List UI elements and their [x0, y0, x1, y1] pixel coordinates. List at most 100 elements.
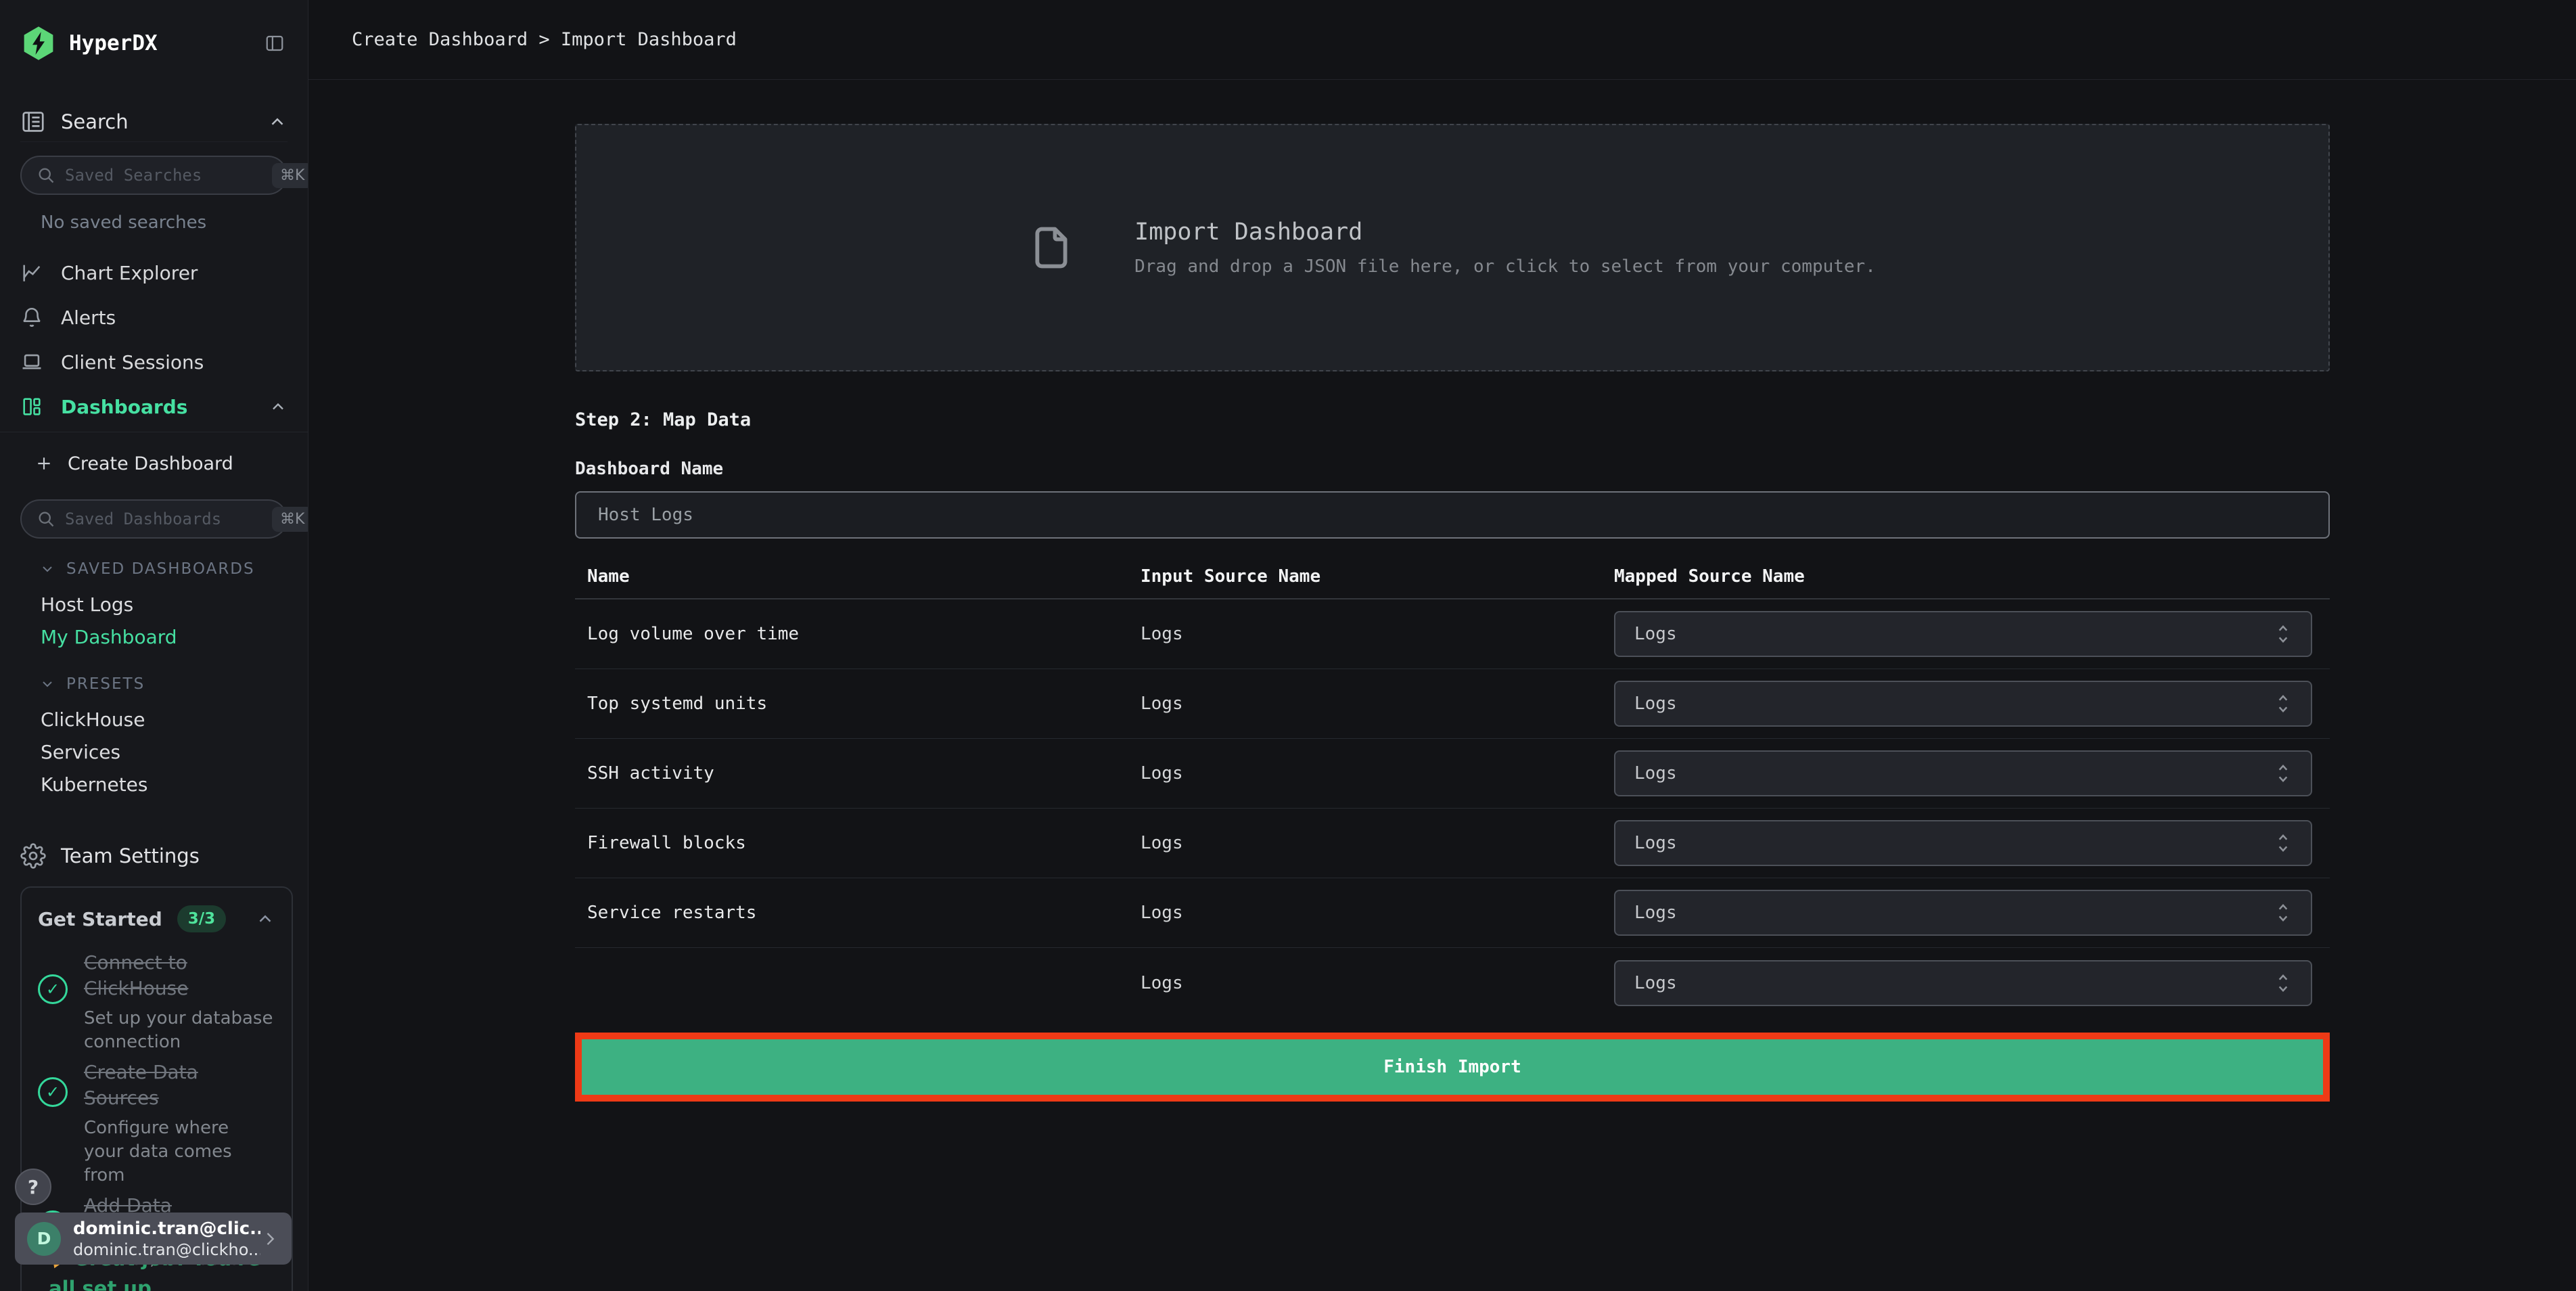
collapse-sidebar-icon[interactable] [263, 32, 288, 54]
mapped-source-select[interactable]: Logs [1614, 681, 2312, 727]
selected-value: Logs [1634, 763, 1677, 784]
column-header-input-source: Input Source Name [1141, 566, 1321, 587]
row-input-source: Logs [1141, 763, 1183, 784]
step-subtitle: Set up your database connection [84, 1008, 273, 1052]
mapped-source-select[interactable]: Logs [1614, 820, 2312, 866]
get-started-step-connect[interactable]: ✓ Connect to ClickHouse Set up your data… [38, 950, 275, 1054]
create-dashboard-button[interactable]: Create Dashboard [0, 441, 308, 486]
sidebar-item-services[interactable]: Services [41, 736, 308, 769]
chevron-up-icon [267, 112, 288, 132]
create-dashboard-label: Create Dashboard [68, 453, 233, 474]
logo-row: HyperDX [20, 23, 288, 64]
chevron-down-icon [39, 676, 55, 692]
dropzone-title: Import Dashboard [1134, 219, 1363, 246]
team-settings-label: Team Settings [61, 844, 200, 867]
row-name: SSH activity [587, 763, 714, 784]
dashboard-grid-icon [20, 395, 43, 418]
dashboard-name-label: Dashboard Name [575, 459, 724, 479]
mapped-source-select[interactable]: Logs [1614, 959, 2312, 1006]
step-subtitle: Configure where your data comes from [84, 1118, 232, 1185]
content-area: Import Dashboard Drag and drop a JSON fi… [308, 80, 2576, 1291]
search-icon [37, 166, 55, 185]
select-chevrons-icon [2274, 762, 2292, 785]
sidebar-item-my-dashboard[interactable]: My Dashboard [41, 621, 308, 654]
chevron-up-icon[interactable] [255, 909, 275, 929]
mapped-source-select[interactable]: Logs [1614, 890, 2312, 936]
chevron-down-icon [39, 561, 55, 577]
help-button[interactable]: ? [15, 1169, 51, 1205]
selected-value: Logs [1634, 833, 1677, 853]
step-heading: Step 2: Map Data [575, 409, 752, 430]
plus-icon [35, 455, 53, 472]
sidebar-item-host-logs[interactable]: Host Logs [41, 589, 308, 621]
selected-value: Logs [1634, 624, 1677, 644]
sidebar-item-dashboards[interactable]: Dashboards [0, 384, 308, 429]
column-header-name: Name [587, 566, 630, 587]
mapped-source-select[interactable]: Logs [1614, 611, 2312, 657]
sidebar-item-label: Search [61, 110, 129, 133]
saved-searches-input[interactable] [65, 166, 272, 185]
annotation-highlight-box: Finish Import [575, 1033, 2330, 1102]
breadcrumb[interactable]: Create Dashboard > Import Dashboard [352, 29, 737, 50]
column-header-mapped-source: Mapped Source Name [1614, 566, 1805, 587]
bell-icon [20, 306, 43, 329]
main-area: Create Dashboard > Import Dashboard Impo… [308, 0, 2576, 1291]
sidebar: HyperDX Search ⌘K No saved searches [0, 0, 308, 1291]
reader-icon [20, 109, 46, 135]
get-started-header[interactable]: Get Started 3/3 [38, 905, 275, 932]
dashboard-name-input[interactable] [575, 491, 2330, 539]
avatar: D [27, 1221, 61, 1256]
shortcut-badge: ⌘K [272, 506, 308, 532]
sidebar-item-client-sessions[interactable]: Client Sessions [0, 340, 308, 384]
sidebar-item-kubernetes[interactable]: Kubernetes [41, 769, 308, 801]
presets-section-header[interactable]: PRESETS [39, 674, 308, 694]
app-window: HyperDX Search ⌘K No saved searches [0, 0, 2576, 1291]
sidebar-item-chart-explorer[interactable]: Chart Explorer [0, 250, 308, 295]
saved-dashboards-input[interactable] [65, 509, 272, 528]
row-input-source: Logs [1141, 903, 1183, 923]
line-chart-icon [20, 261, 43, 284]
section-header-label: PRESETS [66, 675, 145, 693]
row-input-source: Logs [1141, 694, 1183, 714]
table-header: Name Input Source Name Mapped Source Nam… [575, 555, 2330, 599]
table-row: SSH activity Logs Logs [575, 739, 2330, 809]
section-header-label: SAVED DASHBOARDS [66, 560, 255, 578]
nav-label: Dashboards [61, 395, 188, 418]
sidebar-item-clickhouse[interactable]: ClickHouse [41, 704, 308, 736]
table-row: Top systemd units Logs Logs [575, 669, 2330, 739]
sidebar-item-search[interactable]: Search [20, 106, 288, 142]
selected-value: Logs [1634, 903, 1677, 923]
primary-nav: Chart Explorer Alerts Client Sessions Da… [0, 250, 308, 429]
import-dropzone[interactable]: Import Dashboard Drag and drop a JSON fi… [575, 124, 2330, 371]
get-started-title: Get Started [38, 907, 162, 930]
presets-list: ClickHouse Services Kubernetes [0, 704, 308, 801]
hyperdx-logo-icon [20, 25, 57, 62]
check-circle-icon: ✓ [38, 974, 68, 1004]
no-saved-searches-note: No saved searches [41, 212, 207, 233]
nav-label: Chart Explorer [61, 261, 198, 284]
user-name: dominic.tran@clic... [73, 1218, 260, 1239]
saved-searches-search[interactable]: ⌘K [20, 156, 308, 195]
saved-dashboards-search[interactable]: ⌘K [20, 499, 308, 539]
nav-label: Client Sessions [61, 350, 204, 373]
row-name: Service restarts [587, 903, 757, 923]
row-name: Log volume over time [587, 624, 800, 644]
finish-import-button[interactable]: Finish Import [582, 1039, 2323, 1095]
get-started-step-sources[interactable]: ✓ Create Data Sources Configure where yo… [38, 1060, 275, 1187]
table-row: Firewall blocks Logs Logs [575, 809, 2330, 878]
select-chevrons-icon [2274, 901, 2292, 924]
row-input-source: Logs [1141, 833, 1183, 853]
table-row: Log volume over time Logs Logs [575, 599, 2330, 669]
chevron-right-icon [260, 1229, 279, 1248]
sidebar-item-team-settings[interactable]: Team Settings [0, 834, 308, 878]
check-circle-icon: ✓ [38, 1077, 68, 1107]
mapped-source-select[interactable]: Logs [1614, 750, 2312, 796]
user-email: dominic.tran@clickho... [73, 1240, 260, 1259]
saved-dashboards-section-header[interactable]: SAVED DASHBOARDS [39, 559, 308, 579]
row-input-source: Logs [1141, 972, 1183, 993]
user-menu[interactable]: D dominic.tran@clic... dominic.tran@clic… [15, 1213, 292, 1265]
sidebar-item-alerts[interactable]: Alerts [0, 295, 308, 340]
select-chevrons-icon [2274, 622, 2292, 646]
nav-label: Alerts [61, 306, 116, 329]
table-row: Logs Logs [575, 948, 2330, 1018]
